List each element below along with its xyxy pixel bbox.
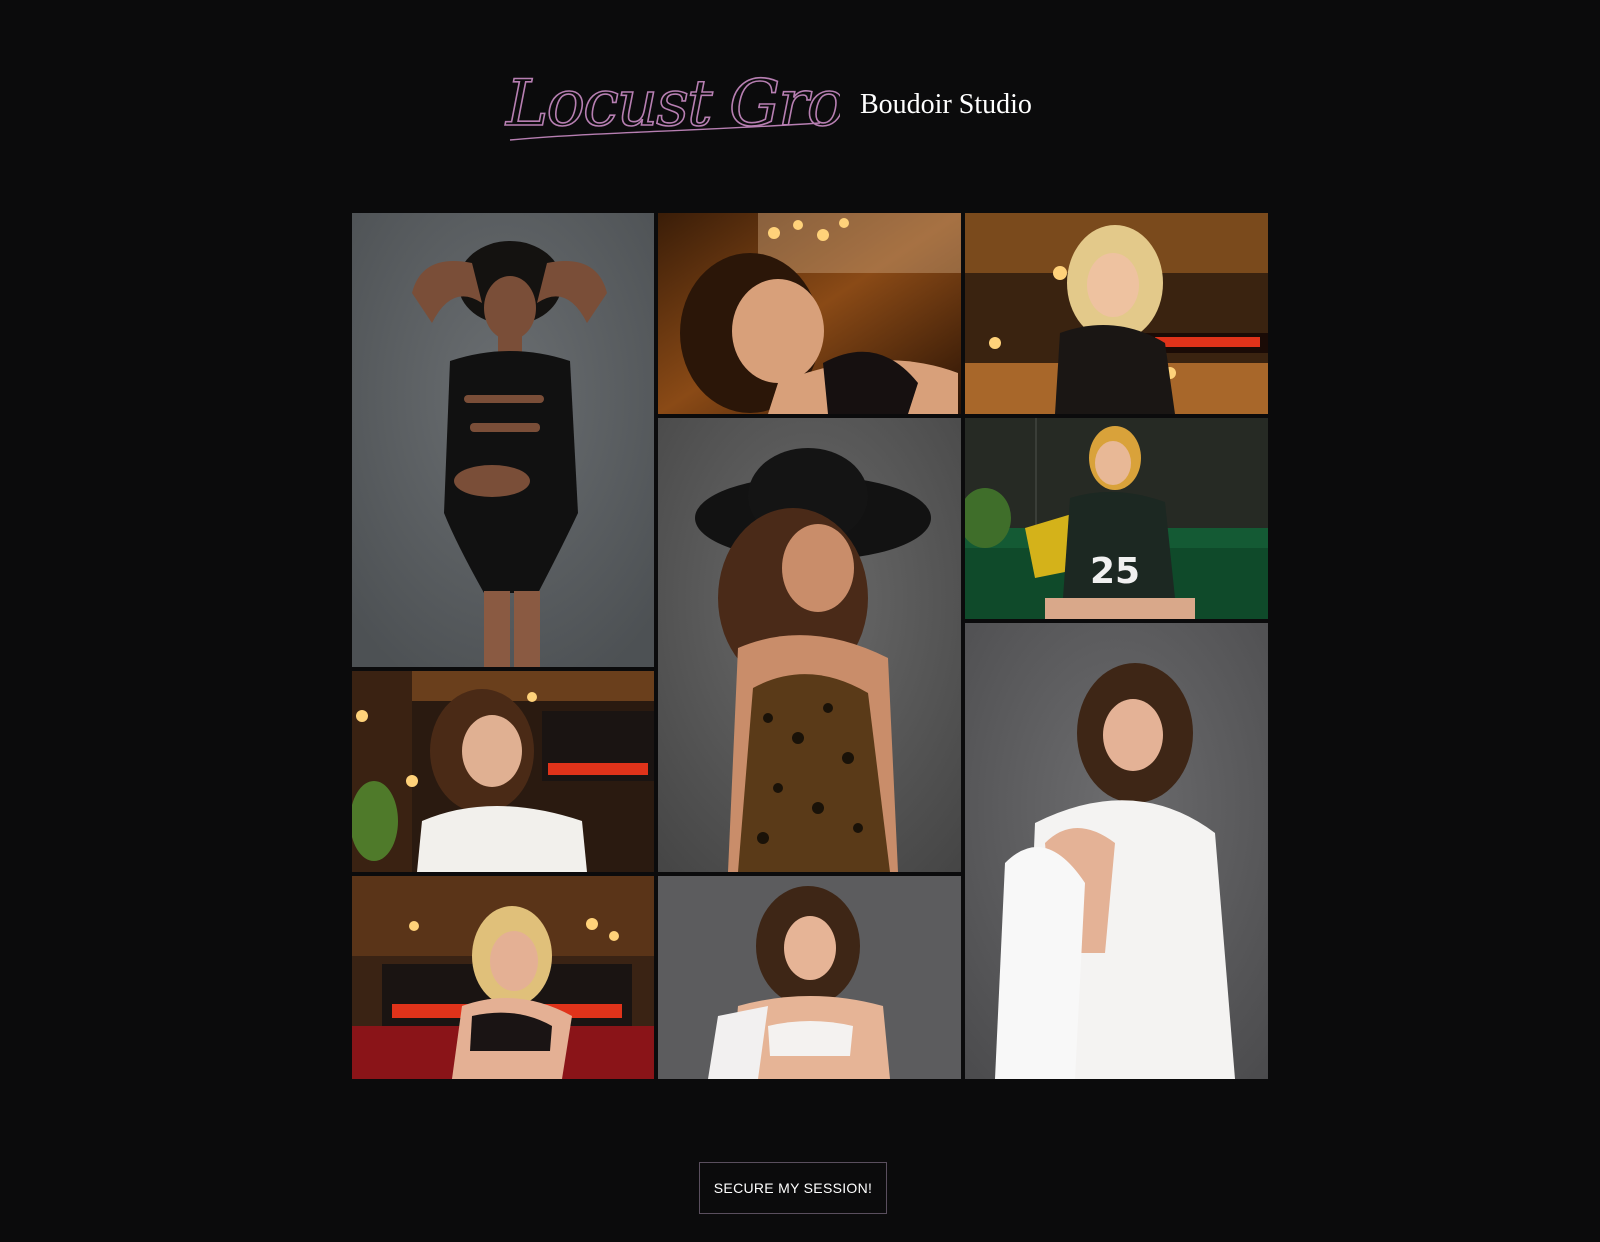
photo-image	[352, 213, 654, 667]
photo-image	[352, 876, 654, 1079]
photo-image	[965, 623, 1268, 1079]
gallery-photo-3[interactable]	[965, 213, 1268, 414]
gallery-photo-8[interactable]	[658, 876, 961, 1079]
gallery-photo-1[interactable]	[352, 213, 654, 667]
gallery-photo-6[interactable]: 25	[965, 418, 1268, 619]
photo-image: 25	[965, 418, 1268, 619]
photo-image	[965, 213, 1268, 414]
photo-image	[352, 671, 654, 872]
jersey-number: 25	[1090, 551, 1140, 592]
brand-script-logo: Locust Grove	[504, 66, 840, 142]
photo-image	[658, 418, 961, 872]
gallery-photo-7[interactable]	[352, 876, 654, 1079]
gallery-photo-2[interactable]	[658, 213, 961, 414]
gallery-photo-5[interactable]	[658, 418, 961, 872]
photo-image	[658, 876, 961, 1079]
gallery-photo-4[interactable]	[352, 671, 654, 872]
photo-gallery: 25	[352, 213, 1268, 1079]
secure-session-button[interactable]: SECURE MY SESSION!	[699, 1162, 887, 1214]
gallery-photo-9[interactable]	[965, 623, 1268, 1079]
brand-subtitle: Boudoir Studio	[860, 89, 1032, 120]
photo-image	[658, 213, 961, 414]
brand-logo: Locust Grove Boudoir Studio	[500, 45, 1060, 155]
brand-script-name: Locust Grove	[505, 67, 840, 141]
